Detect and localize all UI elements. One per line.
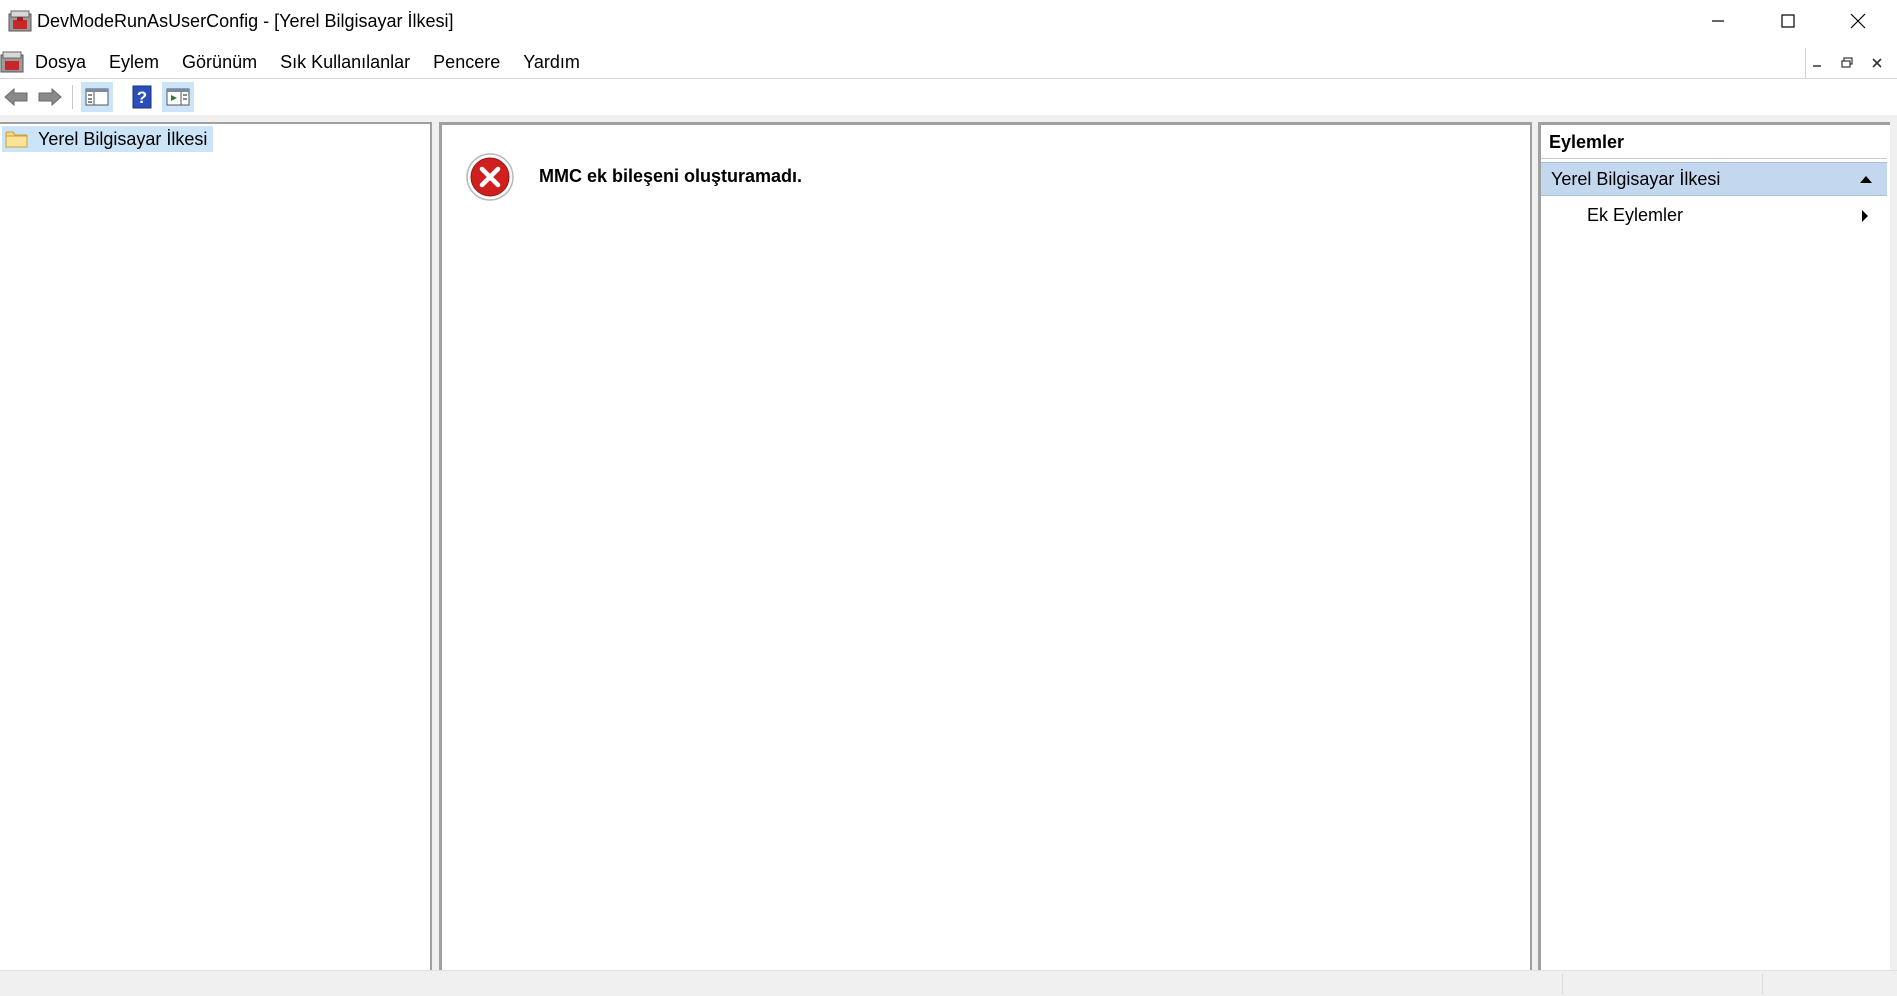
- tree-node-local-computer-policy[interactable]: Yerel Bilgisayar İlkesi: [2, 126, 214, 152]
- action-item-label: Ek Eylemler: [1587, 205, 1684, 225]
- submenu-arrow-icon: [1862, 210, 1868, 222]
- show-hide-console-tree-button[interactable]: [81, 82, 113, 112]
- maximize-button[interactable]: [1753, 0, 1823, 42]
- close-icon: [1850, 13, 1866, 29]
- result-pane: [439, 122, 1533, 970]
- actions-section-label: Yerel Bilgisayar İlkesi: [1551, 169, 1721, 189]
- tree-node-label: Yerel Bilgisayar İlkesi: [38, 128, 208, 149]
- restore-icon: [1841, 57, 1853, 68]
- actions-pane-title: Eylemler: [1549, 132, 1625, 152]
- forward-button[interactable]: [34, 82, 66, 112]
- toolbar: ?: [0, 79, 1897, 116]
- action-item-more-actions[interactable]: Ek Eylemler: [1541, 200, 1887, 232]
- close-icon: [1872, 58, 1882, 68]
- menu-items: Dosya Eylem Görünüm Sık Kullanılanlar Pe…: [35, 52, 603, 73]
- actions-section-header[interactable]: Yerel Bilgisayar İlkesi: [1541, 162, 1887, 196]
- action-pane-icon: [166, 88, 190, 106]
- forward-icon: [38, 87, 62, 107]
- help-button[interactable]: ?: [126, 82, 158, 112]
- console-tree-pane: [0, 122, 432, 970]
- menu-bar: Dosya Eylem Görünüm Sık Kullanılanlar Pe…: [0, 48, 1897, 79]
- back-icon: [4, 87, 28, 107]
- mmc-document-icon[interactable]: [0, 50, 24, 74]
- window-title: DevModeRunAsUserConfig - [Yerel Bilgisay…: [37, 11, 454, 31]
- child-restore-button[interactable]: [1836, 54, 1858, 72]
- close-button[interactable]: [1823, 0, 1893, 42]
- maximize-icon: [1781, 14, 1795, 28]
- status-divider: [1762, 974, 1763, 994]
- toolbar-separator: [72, 85, 73, 109]
- actions-title-divider: [1541, 158, 1887, 159]
- status-bar: [0, 970, 1897, 996]
- menu-sik-kullanilanlar[interactable]: Sık Kullanılanlar: [280, 52, 421, 73]
- minimize-icon: [1813, 65, 1821, 67]
- title-bar: DevModeRunAsUserConfig - [Yerel Bilgisay…: [0, 0, 1897, 42]
- minimize-icon: [1712, 20, 1724, 22]
- error-icon: [466, 153, 514, 201]
- mmc-app-icon: [8, 10, 32, 32]
- console-tree-icon: [85, 88, 109, 106]
- back-button[interactable]: [0, 82, 32, 112]
- window-right-edge: [1890, 115, 1897, 970]
- menu-gorunum[interactable]: Görünüm: [182, 52, 268, 73]
- folder-icon: [5, 131, 28, 148]
- menu-dosya[interactable]: Dosya: [35, 52, 97, 73]
- svg-text:?: ?: [137, 88, 147, 107]
- collapse-up-icon[interactable]: [1859, 174, 1873, 184]
- actions-pane: [1538, 122, 1890, 970]
- child-close-button[interactable]: [1866, 54, 1888, 72]
- minimize-button[interactable]: [1683, 0, 1753, 42]
- show-hide-action-pane-button[interactable]: [162, 82, 194, 112]
- menu-yardim[interactable]: Yardım: [523, 52, 591, 73]
- child-minimize-button[interactable]: [1806, 54, 1828, 72]
- status-divider: [1562, 974, 1563, 994]
- error-message: MMC ek bileşeni oluşturamadı.: [539, 166, 803, 186]
- menu-pencere[interactable]: Pencere: [433, 52, 511, 73]
- help-icon: ?: [132, 85, 152, 109]
- mdi-separator: [1805, 48, 1806, 78]
- menu-eylem[interactable]: Eylem: [109, 52, 170, 73]
